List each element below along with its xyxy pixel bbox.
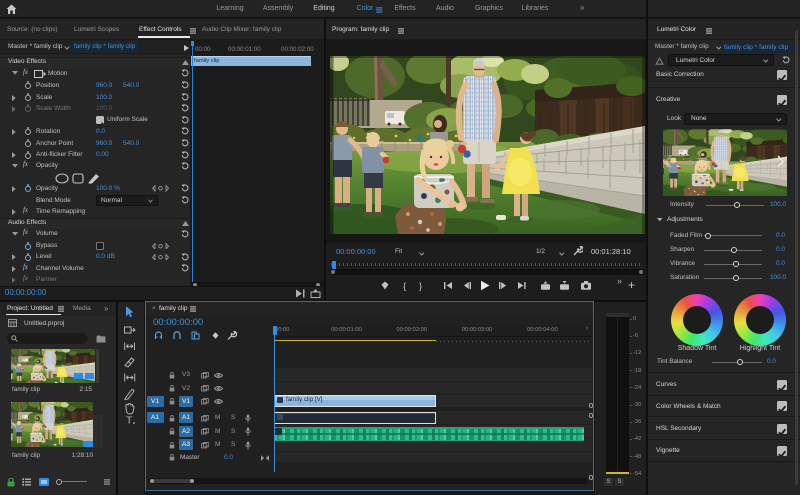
svg-text:T: T [126, 415, 133, 427]
svg-text:{: { [403, 281, 406, 291]
svg-text:}: } [419, 281, 422, 291]
